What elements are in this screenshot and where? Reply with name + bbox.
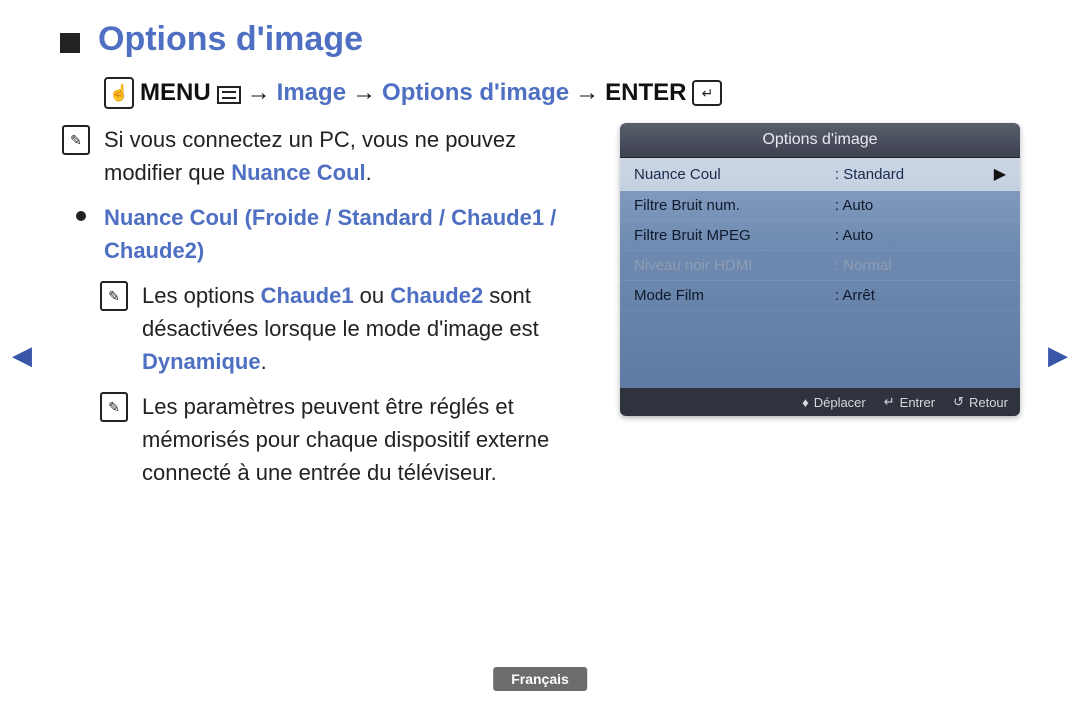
hand-icon: ☝ (104, 77, 134, 109)
bullet-icon (76, 211, 86, 221)
page: Options d'image ☝ MENU → Image → Options… (0, 0, 1080, 705)
osd-footer-enter: ↵Entrer (884, 394, 935, 410)
note-3: ✎ Les paramètres peuvent être réglés et … (142, 390, 596, 489)
note-2: ✎ Les options Chaude1 ou Chaude2 sont dé… (142, 279, 596, 378)
note-2-f: Dynamique (142, 349, 261, 374)
content-row: ✎ Si vous connectez un PC, vous ne pouve… (60, 123, 1020, 501)
updown-icon: ♦ (802, 395, 809, 410)
breadcrumb-options: Options d'image (382, 79, 569, 107)
note-icon: ✎ (100, 392, 128, 422)
section-heading-text: Nuance Coul (Froide / Standard / Chaude1… (104, 205, 556, 263)
osd-row-value: : Arrêt (835, 287, 1006, 304)
nav-next-button[interactable]: ▶ (1048, 340, 1068, 371)
note-2-d: Chaude2 (390, 283, 483, 308)
osd-row-value: : Auto (835, 227, 1006, 244)
page-title: Options d'image (98, 20, 363, 59)
osd-footer-return: ↺Retour (953, 394, 1008, 410)
osd-row-niveau-noir-hdmi: Niveau noir HDMI : Normal (620, 251, 1020, 281)
enter-icon: ↵ (692, 80, 722, 106)
osd-row-nuance-coul[interactable]: Nuance Coul : Standard ▶ (620, 158, 1020, 191)
title-row: Options d'image (60, 20, 1020, 59)
enter-label: ENTER (605, 79, 686, 107)
section-marker-icon (60, 33, 80, 53)
breadcrumb-image: Image (277, 79, 346, 107)
arrow-icon: → (575, 79, 599, 107)
menu-icon (217, 86, 241, 104)
chevron-right-icon: ▶ (994, 164, 1006, 184)
osd-row-mode-film[interactable]: Mode Film : Arrêt (620, 281, 1020, 311)
osd-row-value: : Standard (835, 166, 994, 183)
note-icon: ✎ (100, 281, 128, 311)
arrow-icon: → (352, 79, 376, 107)
osd-body: Nuance Coul : Standard ▶ Filtre Bruit nu… (620, 158, 1020, 388)
note-icon: ✎ (62, 125, 90, 155)
osd-row-value: : Normal (835, 257, 1006, 274)
note-1-text-c: . (366, 160, 372, 185)
breadcrumb: ☝ MENU → Image → Options d'image → ENTER… (104, 77, 1020, 109)
text-column: ✎ Si vous connectez un PC, vous ne pouve… (60, 123, 596, 501)
note-1: ✎ Si vous connectez un PC, vous ne pouve… (104, 123, 596, 189)
osd-row-label: Niveau noir HDMI (634, 257, 835, 274)
language-badge: Français (493, 667, 587, 691)
osd-footer: ♦Déplacer ↵Entrer ↺Retour (620, 388, 1020, 416)
osd-footer-move: ♦Déplacer (802, 394, 866, 410)
osd-row-filtre-bruit-mpeg[interactable]: Filtre Bruit MPEG : Auto (620, 221, 1020, 251)
osd-panel: Options d'image Nuance Coul : Standard ▶… (620, 123, 1020, 416)
osd-row-label: Filtre Bruit MPEG (634, 227, 835, 244)
menu-label: MENU (140, 79, 211, 107)
osd-row-label: Nuance Coul (634, 166, 835, 183)
note-2-c: ou (354, 283, 391, 308)
enter-small-icon: ↵ (884, 394, 895, 410)
section-heading: Nuance Coul (Froide / Standard / Chaude1… (104, 201, 596, 267)
note-3-text: Les paramètres peuvent être réglés et mé… (142, 394, 549, 485)
note-1-text-b: Nuance Coul (231, 160, 365, 185)
osd-row-label: Mode Film (634, 287, 835, 304)
note-2-a: Les options (142, 283, 261, 308)
osd-row-value: : Auto (835, 197, 1006, 214)
nav-prev-button[interactable]: ◀ (12, 340, 32, 371)
note-2-g: . (261, 349, 267, 374)
arrow-icon: → (247, 79, 271, 107)
note-2-b: Chaude1 (261, 283, 354, 308)
return-icon: ↺ (953, 394, 964, 410)
osd-row-filtre-bruit-num[interactable]: Filtre Bruit num. : Auto (620, 191, 1020, 221)
osd-row-label: Filtre Bruit num. (634, 197, 835, 214)
osd-title: Options d'image (620, 123, 1020, 158)
